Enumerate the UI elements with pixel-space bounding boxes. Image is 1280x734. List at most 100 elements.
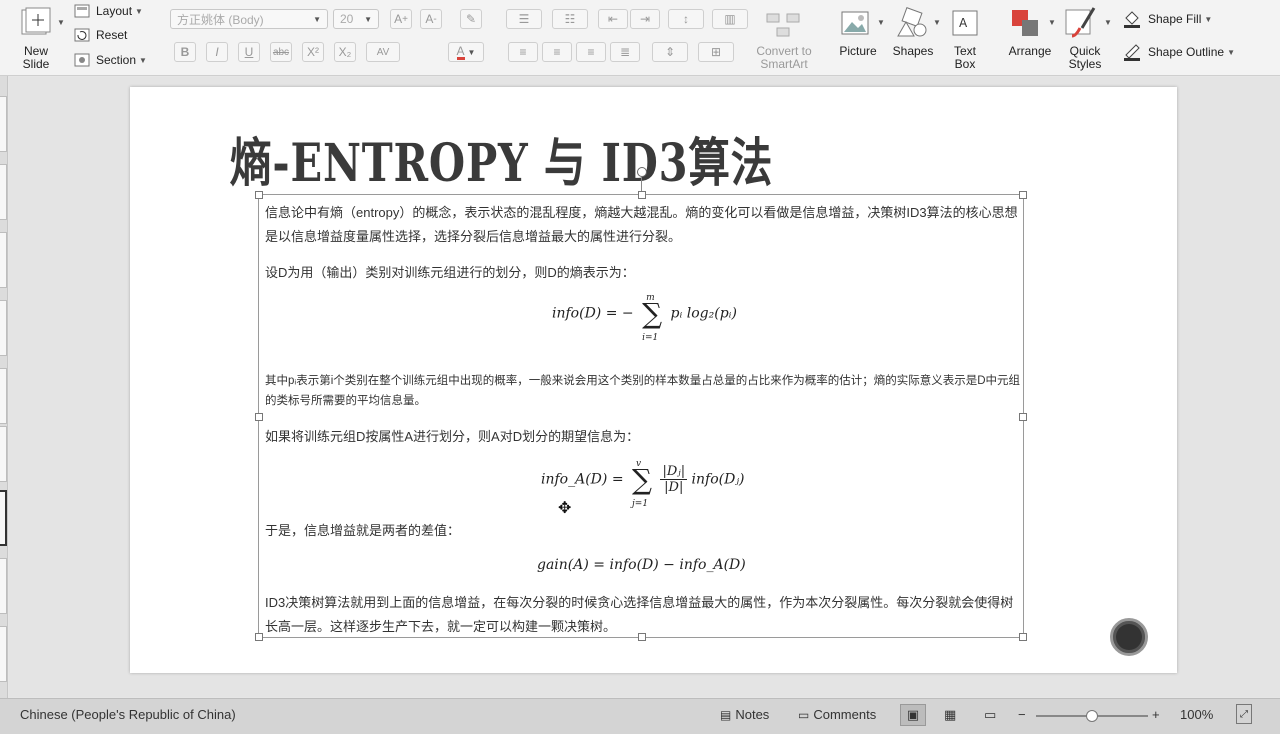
zoom-slider[interactable] — [1036, 710, 1148, 722]
slide-thumbnail[interactable] — [0, 300, 7, 356]
record-button[interactable] — [1110, 618, 1148, 656]
paragraph-entropy-def: 设D为用（输出）类别对训练元组进行的划分，则D的熵表示为： — [265, 265, 635, 280]
zoom-slider-thumb[interactable] — [1086, 710, 1098, 722]
language-indicator[interactable]: Chinese (People's Republic of China) — [20, 707, 236, 722]
reset-button[interactable]: Reset — [74, 28, 127, 42]
layout-button[interactable]: Layout ▼ — [74, 4, 143, 18]
paragraph-intro: 信息论中有熵（entropy）的概念，表示状态的混乱程度，熵越大越混乱。熵的变化… — [265, 205, 1018, 244]
new-slide-button[interactable]: New Slide — [14, 45, 58, 71]
font-size-select[interactable]: 20 ▼ — [333, 9, 379, 29]
paint-bucket-icon — [1124, 11, 1140, 28]
shape-outline-button[interactable]: Shape Outline ▼ — [1122, 43, 1235, 61]
slide[interactable]: 熵-ENTROPY 与 ID3算法 信息论中有熵（entropy）的概念，表示状… — [130, 87, 1177, 673]
slide-thumbnail-pane[interactable] — [0, 76, 8, 698]
chevron-down-icon[interactable]: ▼ — [877, 18, 885, 27]
reading-view-button[interactable]: ▭ — [984, 707, 996, 723]
resize-handle[interactable] — [255, 633, 263, 641]
quick-styles-button[interactable]: Quick Styles — [1060, 45, 1110, 71]
comment-icon: ▭ — [798, 707, 810, 722]
paragraph-probability: 其中pᵢ表示第i个类别在整个训练元组中出现的概率，一般来说会用这个类别的样本数量… — [265, 375, 1021, 407]
content-text-box[interactable]: 信息论中有熵（entropy）的概念，表示状态的混乱程度，熵越大越混乱。熵的变化… — [255, 167, 1027, 641]
clear-format-icon[interactable]: ✎ — [460, 9, 482, 29]
resize-handle[interactable] — [255, 413, 263, 421]
slide-thumbnail[interactable] — [0, 96, 7, 152]
zoom-in-button[interactable]: + — [1152, 707, 1160, 722]
resize-handle[interactable] — [1019, 413, 1027, 421]
chevron-down-icon[interactable]: ▼ — [1104, 18, 1112, 27]
normal-view-button[interactable]: ▣ — [900, 704, 926, 726]
underline-button[interactable]: U — [238, 42, 260, 62]
arrange-icon[interactable] — [1010, 8, 1042, 40]
entropy-formula: info(D) = − ∑ m i=1 pᵢ log₂(pᵢ) — [552, 293, 737, 343]
strikethrough-button[interactable]: abc — [270, 42, 292, 62]
chevron-down-icon[interactable]: ▼ — [1048, 18, 1056, 27]
increase-font-size-button[interactable]: A + — [390, 9, 412, 29]
subscript-button[interactable]: X₂ — [334, 42, 356, 62]
smartart-icon[interactable] — [765, 10, 803, 40]
comments-button[interactable]: ▭ Comments — [798, 707, 876, 722]
text-direction-icon[interactable]: ⇕ — [652, 42, 688, 62]
align-right-icon[interactable]: ≡ — [576, 42, 606, 62]
plus-icon: + — [1152, 707, 1160, 722]
resize-handle[interactable] — [638, 191, 646, 199]
quick-styles-icon[interactable] — [1064, 6, 1100, 40]
normal-view-icon: ▣ — [906, 707, 920, 722]
slide-title[interactable]: 熵-ENTROPY 与 ID3算法 — [230, 121, 773, 196]
shapes-icon[interactable] — [894, 6, 928, 40]
decrease-indent-icon[interactable]: ⇤ — [598, 9, 628, 29]
slide-thumbnail[interactable] — [0, 232, 7, 288]
columns-icon[interactable]: ▥ — [712, 9, 748, 29]
italic-button[interactable]: I — [206, 42, 228, 62]
chevron-down-icon[interactable]: ▼ — [933, 18, 941, 27]
increase-indent-icon[interactable]: ⇥ — [630, 9, 660, 29]
justify-icon[interactable]: ≣ — [610, 42, 640, 62]
section-button[interactable]: Section ▼ — [74, 53, 147, 67]
text-box-button[interactable]: Text Box — [942, 45, 988, 71]
ribbon-toolbar: ▼ New Slide Layout ▼ Reset Section ▼ 方正姚体 … — [0, 0, 1280, 76]
convert-smartart-button[interactable]: Convert to SmartArt — [748, 45, 820, 71]
picture-icon[interactable] — [840, 8, 870, 38]
text-box-icon[interactable]: A — [950, 8, 980, 38]
slide-thumbnail[interactable] — [0, 164, 7, 220]
grid-icon: ▦ — [944, 707, 957, 722]
line-spacing-icon[interactable]: ↕ — [668, 9, 704, 29]
picture-button[interactable]: Picture — [834, 45, 882, 58]
character-spacing-button[interactable]: AV — [366, 42, 400, 62]
zoom-level[interactable]: 100% — [1180, 707, 1213, 722]
chevron-down-icon[interactable]: ▼ — [57, 18, 65, 27]
slide-sorter-button[interactable]: ▦ — [944, 707, 956, 723]
slide-thumbnail-selected[interactable] — [0, 490, 7, 546]
font-name-select[interactable]: 方正姚体 (Body) ▼ — [170, 9, 328, 29]
bullets-icon[interactable]: ☰ — [506, 9, 542, 29]
arrange-button[interactable]: Arrange — [1002, 45, 1058, 58]
decrease-font-size-button[interactable]: A- — [420, 9, 442, 29]
reset-icon — [74, 28, 90, 42]
pen-icon — [1124, 44, 1140, 61]
paragraph-expected-info: 如果将训练元组D按属性A进行划分，则A对D划分的期望信息为： — [265, 429, 640, 444]
status-bar: Chinese (People's Republic of China) ▤ N… — [0, 698, 1280, 734]
shape-fill-button[interactable]: Shape Fill ▼ — [1122, 10, 1212, 28]
align-text-icon[interactable]: ⊞ — [698, 42, 734, 62]
slide-thumbnail[interactable] — [0, 626, 7, 682]
slide-thumbnail[interactable] — [0, 426, 7, 482]
shapes-button[interactable]: Shapes — [888, 45, 938, 58]
superscript-button[interactable]: X² — [302, 42, 324, 62]
fit-to-window-button[interactable]: ⤢ — [1236, 704, 1252, 724]
resize-handle[interactable] — [255, 191, 263, 199]
resize-handle[interactable] — [1019, 191, 1027, 199]
rotate-handle[interactable] — [637, 167, 647, 177]
bold-button[interactable]: B — [174, 42, 196, 62]
slide-thumbnail[interactable] — [0, 368, 7, 424]
align-center-icon[interactable]: ≡ — [542, 42, 572, 62]
new-slide-icon[interactable] — [20, 6, 52, 40]
numbering-icon[interactable]: ☷ — [552, 9, 588, 29]
slide-thumbnail[interactable] — [0, 558, 7, 614]
paragraph-gain-intro: 于是，信息增益就是两者的差值： — [265, 523, 461, 538]
minus-icon: − — [1018, 707, 1026, 722]
notes-button[interactable]: ▤ Notes — [720, 707, 769, 722]
zoom-out-button[interactable]: − — [1018, 707, 1026, 722]
layout-icon — [74, 4, 90, 18]
align-left-icon[interactable]: ≡ — [508, 42, 538, 62]
reading-view-icon: ▭ — [984, 707, 997, 722]
font-color-button[interactable]: A ▼ — [448, 42, 484, 62]
